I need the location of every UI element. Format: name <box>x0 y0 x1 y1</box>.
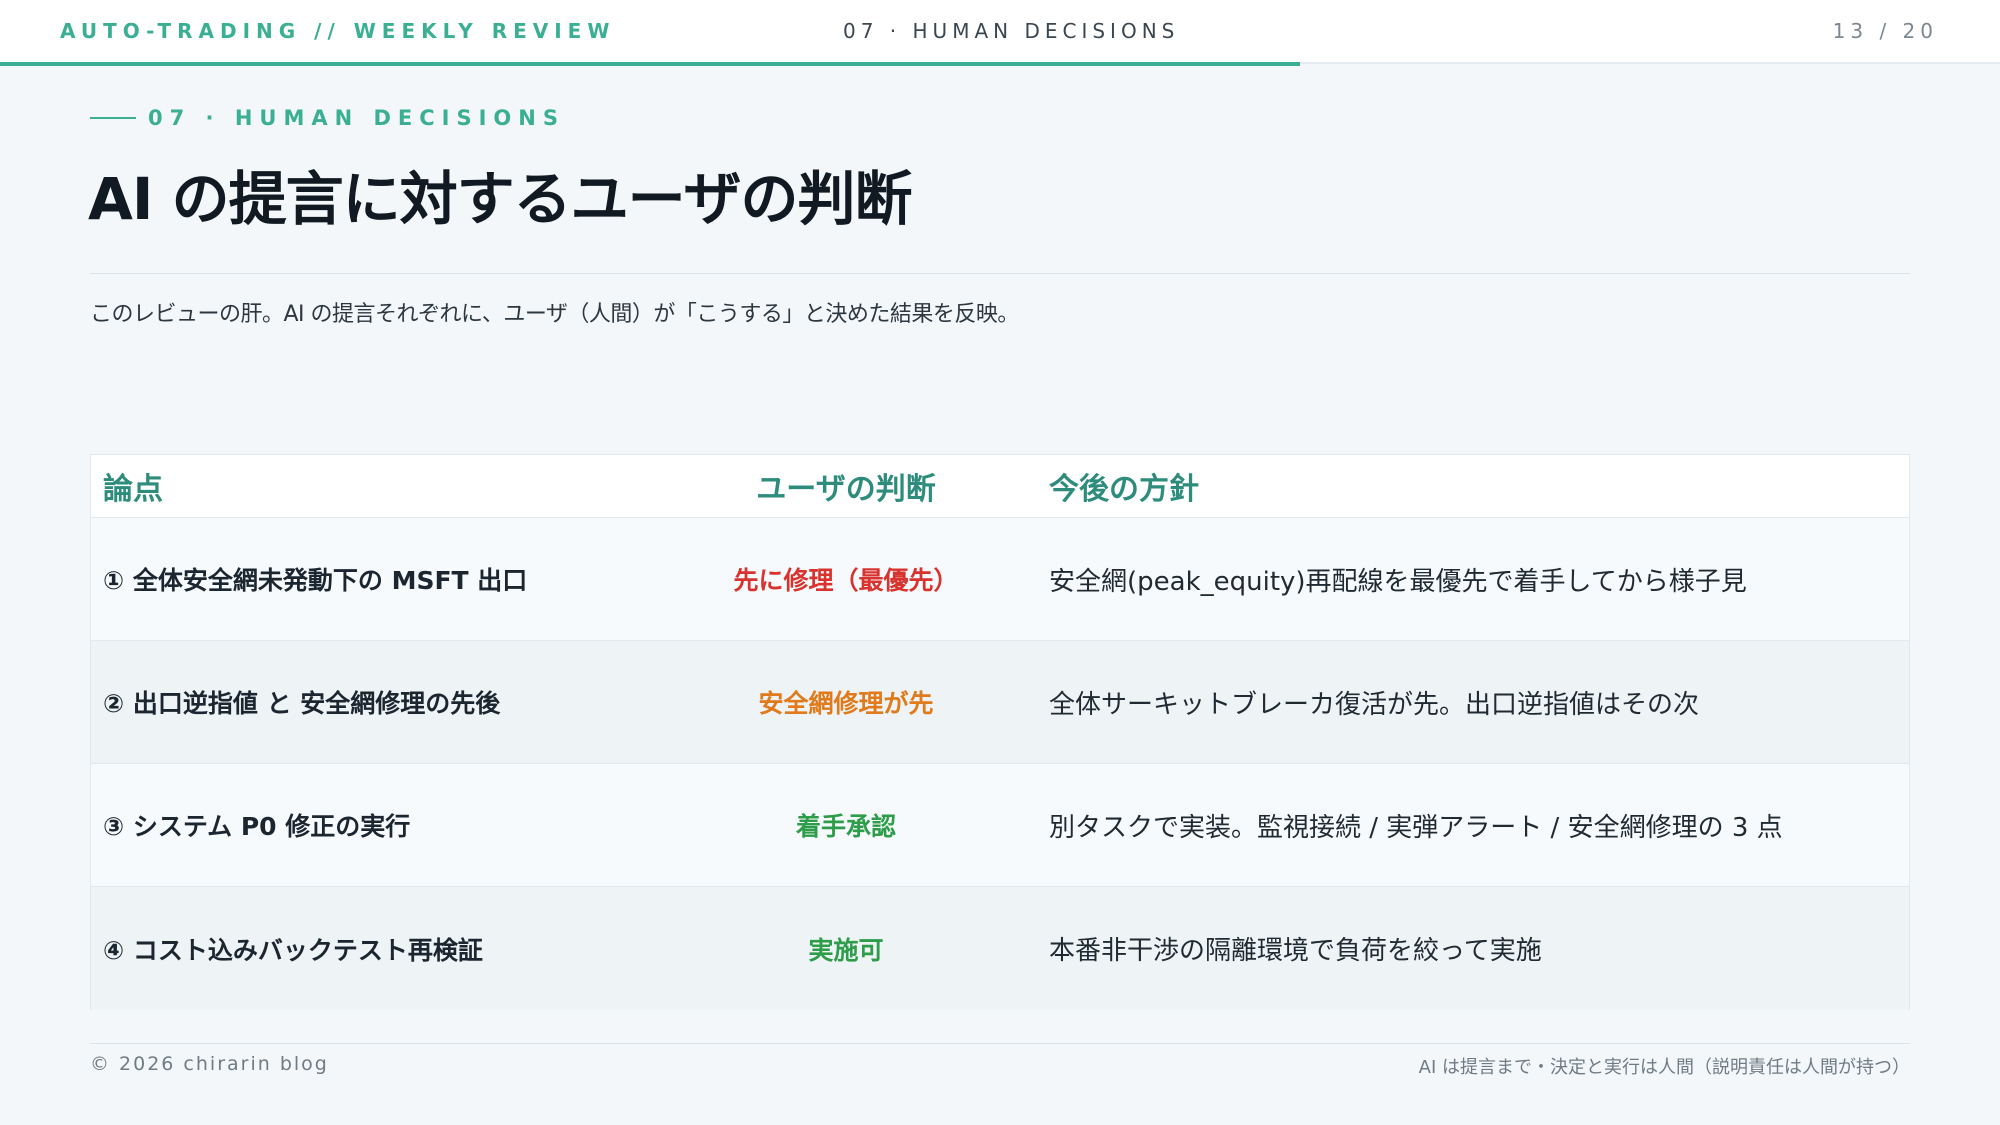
title-divider <box>90 273 1910 274</box>
footer-copyright: © 2026 chirarin blog <box>90 1053 329 1075</box>
footer-note: AI は提言まで・決定と実行は人間（説明責任は人間が持つ） <box>1418 1057 1910 1078</box>
decision-cell: 着手承認 <box>795 812 896 841</box>
issue-cell: ② 出口逆指値 と 安全網修理の先後 <box>103 689 501 718</box>
section-label: 07 · HUMAN DECISIONS <box>90 106 565 130</box>
section-label-text: 07 · HUMAN DECISIONS <box>148 106 565 130</box>
section-rule <box>90 117 136 119</box>
top-bar: AUTO-TRADING // WEEKLY REVIEW 07 · HUMAN… <box>0 0 2000 64</box>
footer-divider <box>90 1043 1910 1044</box>
policy-cell: 全体サーキットブレーカ復活が先。出口逆指値はその次 <box>1049 689 1700 720</box>
table-row: ② 出口逆指値 と 安全網修理の先後 安全網修理が先 全体サーキットブレーカ復活… <box>91 641 1909 764</box>
table-row: ③ システム P0 修正の実行 着手承認 別タスクで実装。監視接続 / 実弾アラ… <box>91 764 1909 887</box>
decision-cell: 実施可 <box>808 935 884 965</box>
decision-cell: 先に修理（最優先） <box>733 566 959 595</box>
header-decision: ユーザの判断 <box>756 472 936 507</box>
decision-table: 論点 ユーザの判断 今後の方針 ① 全体安全網未発動下の MSFT 出口 先に修… <box>90 454 1910 1010</box>
table-row: ① 全体安全網未発動下の MSFT 出口 先に修理（最優先） 安全網(peak_… <box>91 518 1909 641</box>
policy-cell: 安全網(peak_equity)再配線を最優先で着手してから様子見 <box>1049 566 1747 597</box>
lead-text: このレビューの肝。AI の提言それぞれに、ユーザ（人間）が「こうする」と決めた結… <box>90 302 1019 327</box>
decision-cell: 安全網修理が先 <box>758 689 934 718</box>
progress-bar <box>0 62 1300 66</box>
issue-cell: ③ システム P0 修正の実行 <box>103 812 411 841</box>
table-row: ④ コスト込みバックテスト再検証 実施可 本番非干渉の隔離環境で負荷を絞って実施 <box>91 887 1909 1010</box>
header-issue: 論点 <box>103 472 163 507</box>
slide-title: AI の提言に対するユーザの判断 <box>88 165 913 233</box>
page-counter: 13 / 20 <box>1832 19 1938 43</box>
issue-cell: ① 全体安全網未発動下の MSFT 出口 <box>103 566 528 595</box>
header-policy: 今後の方針 <box>1049 472 1199 507</box>
header-section-label: 07 · HUMAN DECISIONS <box>843 19 1180 43</box>
policy-cell: 本番非干渉の隔離環境で負荷を絞って実施 <box>1049 936 1542 966</box>
brand-label: AUTO-TRADING // WEEKLY REVIEW <box>60 19 616 43</box>
issue-cell: ④ コスト込みバックテスト再検証 <box>103 935 483 965</box>
policy-cell: 別タスクで実装。監視接続 / 実弾アラート / 安全網修理の 3 点 <box>1049 812 1783 843</box>
table-header: 論点 ユーザの判断 今後の方針 <box>91 455 1909 518</box>
